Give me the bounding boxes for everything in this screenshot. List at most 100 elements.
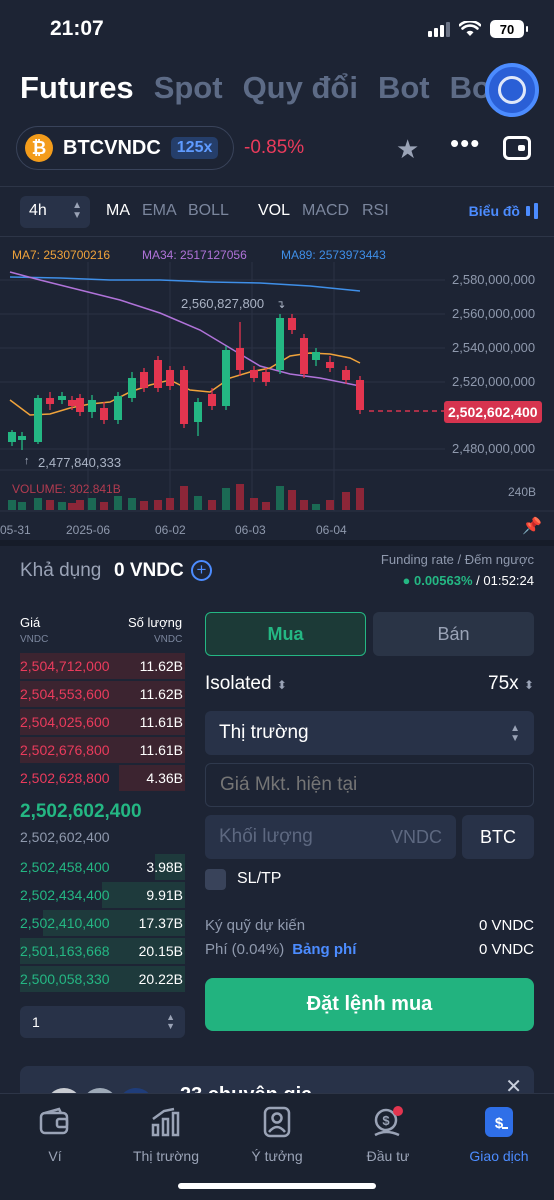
- depth-select[interactable]: 1 ▲ ▼: [20, 1006, 185, 1038]
- favorite-star-icon[interactable]: ★: [396, 134, 419, 165]
- add-funds-plus-icon[interactable]: +: [191, 560, 212, 581]
- nav-item-market[interactable]: Thị trường: [111, 1104, 221, 1164]
- ask-price: 2,504,025,600: [20, 714, 110, 730]
- tab-spot[interactable]: Spot: [154, 70, 223, 106]
- bid-price: 2,502,410,400: [20, 915, 110, 931]
- price-input[interactable]: [205, 763, 534, 807]
- leverage-select[interactable]: 75x ⬍: [488, 673, 534, 695]
- buy-tab[interactable]: Mua: [205, 612, 366, 656]
- candle-body: [326, 362, 334, 368]
- bid-quantity: 20.22B: [138, 971, 183, 987]
- svg-text:$: $: [495, 1115, 504, 1132]
- date-label: 05-31: [0, 523, 31, 537]
- quantity-unit: VNDC: [390, 827, 442, 847]
- volume-bar: [140, 501, 148, 510]
- pair-selector[interactable]: ₿ BTCVNDC 125x: [16, 126, 234, 170]
- quantity-input[interactable]: [205, 815, 385, 859]
- ma7-legend: MA7: 2530700216: [12, 248, 111, 262]
- candle-body: [194, 402, 202, 422]
- pair-row: ₿ BTCVNDC 125x -0.85% ★ •••: [16, 126, 538, 170]
- more-options-icon[interactable]: •••: [450, 128, 480, 159]
- funding-countdown: / 01:52:24: [476, 573, 534, 588]
- nav-label: Ý tưởng: [251, 1148, 303, 1164]
- updown-icon: ▲ ▼: [72, 200, 82, 221]
- indicator-ma[interactable]: MA: [106, 202, 130, 220]
- volume-bar: [288, 490, 296, 510]
- depth-select-value: 1: [32, 1014, 40, 1030]
- orderbook-mark-price: 2,502,602,400: [20, 829, 110, 845]
- volume-bar: [76, 500, 84, 510]
- candle-body: [58, 396, 66, 400]
- nav-item-invest[interactable]: $ Đầu tư: [333, 1104, 443, 1164]
- ask-row[interactable]: 2,504,712,000 11.62B: [20, 653, 185, 679]
- fee-table-link[interactable]: Bảng phí: [292, 941, 356, 958]
- fee-value: 0 VNDC: [478, 941, 534, 958]
- bid-row[interactable]: 2,501,163,668 20.15B: [20, 938, 185, 964]
- nav-label: Ví: [48, 1148, 62, 1164]
- bid-row[interactable]: 2,502,410,400 17.37B: [20, 910, 185, 936]
- ma34-legend: MA34: 2517127056: [142, 248, 247, 262]
- tab-convert[interactable]: Quy đổi: [243, 70, 358, 106]
- nav-item-wallet[interactable]: Ví: [0, 1104, 110, 1164]
- ask-quantity: 4.36B: [146, 770, 183, 786]
- margin-mode-value: Isolated: [205, 673, 272, 694]
- bid-quantity: 17.37B: [138, 915, 183, 931]
- bid-price: 2,501,163,668: [20, 943, 110, 959]
- indicator-ema[interactable]: EMA: [142, 202, 177, 220]
- indicator-macd[interactable]: MACD: [302, 202, 349, 220]
- leverage-value: 75x: [488, 673, 519, 694]
- volume-label: VOLUME: 302.841B: [12, 482, 121, 496]
- margin-estimate-value: 0 VNDC: [478, 917, 534, 934]
- status-time: 21:07: [50, 17, 104, 40]
- status-icons: 70: [428, 20, 528, 38]
- order-type-select[interactable]: Thị trường ▲ ▼: [205, 711, 534, 755]
- ask-row[interactable]: 2,504,025,600 11.61B: [20, 709, 185, 735]
- bid-row[interactable]: 2,500,058,330 20.22B: [20, 966, 185, 992]
- margin-mode-select[interactable]: Isolated ⬍: [205, 673, 287, 695]
- indicator-rsi[interactable]: RSI: [362, 202, 389, 220]
- volume-bar: [100, 502, 108, 510]
- signal-icon: [428, 21, 450, 37]
- funding-value: ● 0.00563% / 01:52:24: [402, 573, 534, 588]
- candle-body: [46, 398, 54, 404]
- candle-body: [262, 372, 270, 382]
- candle-body: [18, 436, 26, 440]
- volume-bar: [46, 500, 54, 510]
- price-axis-label: 2,480,000,000: [452, 441, 536, 456]
- ask-quantity: 11.62B: [139, 658, 183, 674]
- trade-icon: $: [444, 1104, 554, 1140]
- wallet-icon: [0, 1104, 110, 1140]
- pin-icon[interactable]: 📌: [522, 516, 542, 536]
- wifi-icon: [459, 21, 481, 36]
- ask-row[interactable]: 2,502,676,800 11.61B: [20, 737, 185, 763]
- tab-bot[interactable]: Bot: [378, 70, 430, 106]
- brand-avatar-icon[interactable]: [485, 63, 539, 117]
- nav-item-ideas[interactable]: Ý tưởng: [222, 1104, 332, 1164]
- fee-row: Phí (0.04%) Bảng phí: [205, 941, 356, 958]
- volume-bar: [276, 486, 284, 510]
- ask-row[interactable]: 2,502,628,800 4.36B: [20, 765, 185, 791]
- bid-price: 2,502,434,400: [20, 887, 110, 903]
- sltp-checkbox[interactable]: [205, 869, 226, 890]
- interval-select[interactable]: 4h ▲ ▼: [20, 196, 90, 228]
- chart-mode-button[interactable]: Biểu đồ: [469, 203, 540, 219]
- ask-row[interactable]: 2,504,553,600 11.62B: [20, 681, 185, 707]
- bid-row[interactable]: 2,502,458,400 3.98B: [20, 854, 185, 880]
- wallet-icon[interactable]: [503, 136, 531, 160]
- place-buy-order-button[interactable]: Đặt lệnh mua: [205, 978, 534, 1031]
- nav-item-trade[interactable]: $ Giao dịch: [444, 1104, 554, 1164]
- available-value: 0 VNDC: [114, 560, 184, 581]
- quantity-field[interactable]: VNDC: [205, 815, 456, 859]
- indicator-vol[interactable]: VOL: [258, 202, 290, 220]
- tab-futures[interactable]: Futures: [20, 70, 134, 106]
- candle-body: [180, 370, 188, 424]
- sell-tab[interactable]: Bán: [373, 612, 534, 656]
- date-label: 06-02: [155, 523, 186, 537]
- indicator-boll[interactable]: BOLL: [188, 202, 229, 220]
- date-label: 06-04: [316, 523, 347, 537]
- bid-row[interactable]: 2,502,434,400 9.91B: [20, 882, 185, 908]
- current-price-tag: 2,502,602,400: [444, 401, 542, 423]
- candle-body: [222, 350, 230, 406]
- quantity-asset-button[interactable]: BTC: [462, 815, 534, 859]
- bid-quantity: 9.91B: [146, 887, 183, 903]
